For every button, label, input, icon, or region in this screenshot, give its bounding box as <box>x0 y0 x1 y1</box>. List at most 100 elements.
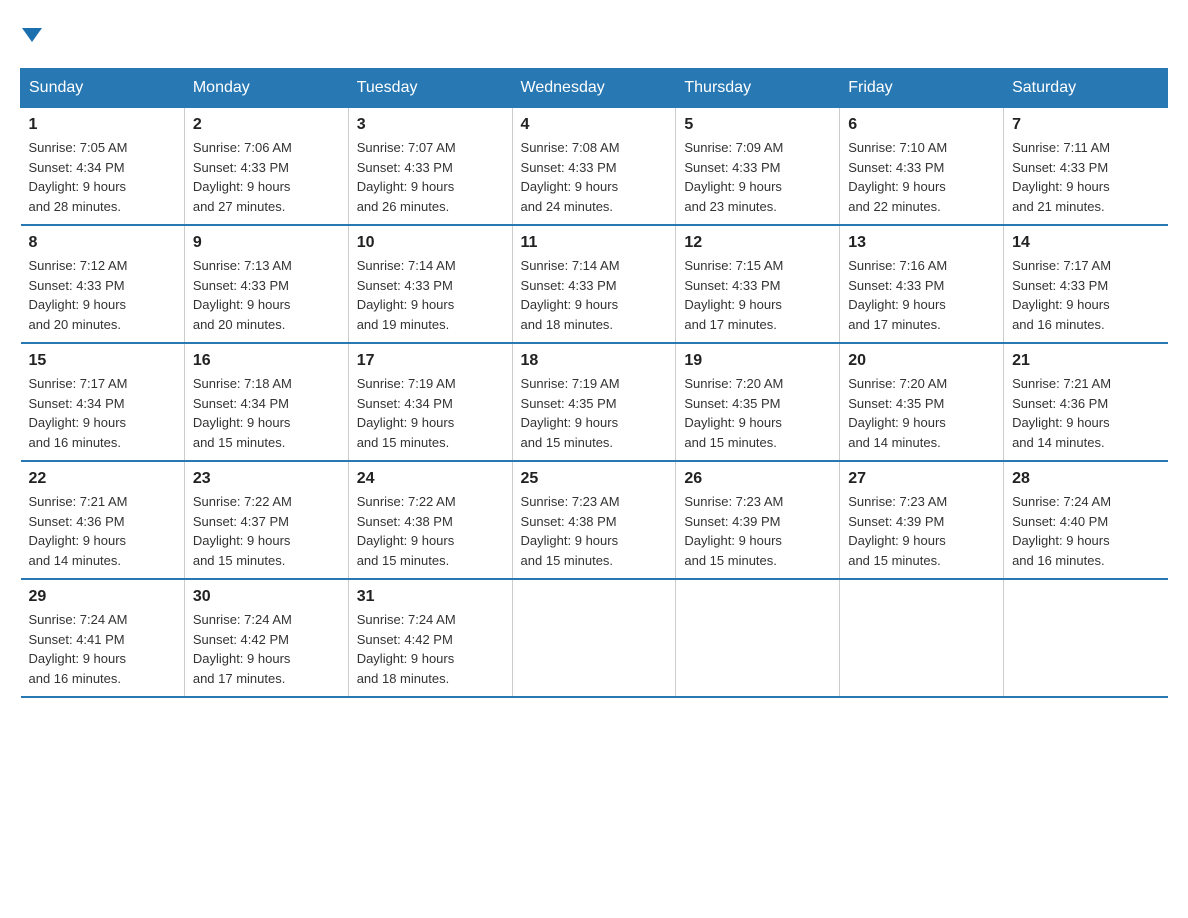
day-number: 1 <box>29 116 176 134</box>
day-info: Sunrise: 7:11 AM Sunset: 4:33 PM Dayligh… <box>1012 138 1159 216</box>
calendar-cell: 2 Sunrise: 7:06 AM Sunset: 4:33 PM Dayli… <box>184 108 348 226</box>
calendar-cell: 21 Sunrise: 7:21 AM Sunset: 4:36 PM Dayl… <box>1004 343 1168 461</box>
day-number: 21 <box>1012 352 1159 370</box>
calendar-cell <box>512 579 676 697</box>
day-number: 22 <box>29 470 176 488</box>
day-number: 12 <box>684 234 831 252</box>
day-info: Sunrise: 7:06 AM Sunset: 4:33 PM Dayligh… <box>193 138 340 216</box>
day-number: 30 <box>193 588 340 606</box>
calendar-cell: 3 Sunrise: 7:07 AM Sunset: 4:33 PM Dayli… <box>348 108 512 226</box>
calendar-cell: 16 Sunrise: 7:18 AM Sunset: 4:34 PM Dayl… <box>184 343 348 461</box>
calendar-cell: 23 Sunrise: 7:22 AM Sunset: 4:37 PM Dayl… <box>184 461 348 579</box>
day-number: 17 <box>357 352 504 370</box>
day-number: 24 <box>357 470 504 488</box>
day-number: 18 <box>521 352 668 370</box>
header-saturday: Saturday <box>1004 69 1168 108</box>
calendar-cell: 18 Sunrise: 7:19 AM Sunset: 4:35 PM Dayl… <box>512 343 676 461</box>
week-row-2: 8 Sunrise: 7:12 AM Sunset: 4:33 PM Dayli… <box>21 225 1168 343</box>
day-info: Sunrise: 7:12 AM Sunset: 4:33 PM Dayligh… <box>29 256 176 334</box>
calendar-cell: 29 Sunrise: 7:24 AM Sunset: 4:41 PM Dayl… <box>21 579 185 697</box>
week-row-3: 15 Sunrise: 7:17 AM Sunset: 4:34 PM Dayl… <box>21 343 1168 461</box>
header-sunday: Sunday <box>21 69 185 108</box>
day-number: 4 <box>521 116 668 134</box>
day-info: Sunrise: 7:20 AM Sunset: 4:35 PM Dayligh… <box>684 374 831 452</box>
logo-triangle-icon <box>22 28 42 42</box>
calendar-cell: 4 Sunrise: 7:08 AM Sunset: 4:33 PM Dayli… <box>512 108 676 226</box>
calendar-cell: 22 Sunrise: 7:21 AM Sunset: 4:36 PM Dayl… <box>21 461 185 579</box>
calendar-cell <box>676 579 840 697</box>
day-info: Sunrise: 7:23 AM Sunset: 4:38 PM Dayligh… <box>521 492 668 570</box>
day-number: 8 <box>29 234 176 252</box>
day-info: Sunrise: 7:23 AM Sunset: 4:39 PM Dayligh… <box>684 492 831 570</box>
day-info: Sunrise: 7:19 AM Sunset: 4:34 PM Dayligh… <box>357 374 504 452</box>
calendar-cell: 7 Sunrise: 7:11 AM Sunset: 4:33 PM Dayli… <box>1004 108 1168 226</box>
calendar-cell <box>840 579 1004 697</box>
calendar-cell: 11 Sunrise: 7:14 AM Sunset: 4:33 PM Dayl… <box>512 225 676 343</box>
day-number: 13 <box>848 234 995 252</box>
day-info: Sunrise: 7:21 AM Sunset: 4:36 PM Dayligh… <box>29 492 176 570</box>
header-wednesday: Wednesday <box>512 69 676 108</box>
day-info: Sunrise: 7:24 AM Sunset: 4:41 PM Dayligh… <box>29 610 176 688</box>
header-friday: Friday <box>840 69 1004 108</box>
calendar-cell: 10 Sunrise: 7:14 AM Sunset: 4:33 PM Dayl… <box>348 225 512 343</box>
day-number: 25 <box>521 470 668 488</box>
day-number: 5 <box>684 116 831 134</box>
day-info: Sunrise: 7:17 AM Sunset: 4:34 PM Dayligh… <box>29 374 176 452</box>
calendar-cell: 5 Sunrise: 7:09 AM Sunset: 4:33 PM Dayli… <box>676 108 840 226</box>
calendar-header-row: SundayMondayTuesdayWednesdayThursdayFrid… <box>21 69 1168 108</box>
day-info: Sunrise: 7:24 AM Sunset: 4:42 PM Dayligh… <box>357 610 504 688</box>
day-info: Sunrise: 7:07 AM Sunset: 4:33 PM Dayligh… <box>357 138 504 216</box>
day-info: Sunrise: 7:18 AM Sunset: 4:34 PM Dayligh… <box>193 374 340 452</box>
day-number: 19 <box>684 352 831 370</box>
day-number: 28 <box>1012 470 1159 488</box>
day-info: Sunrise: 7:15 AM Sunset: 4:33 PM Dayligh… <box>684 256 831 334</box>
logo-text <box>20 20 42 48</box>
calendar-cell: 27 Sunrise: 7:23 AM Sunset: 4:39 PM Dayl… <box>840 461 1004 579</box>
day-info: Sunrise: 7:13 AM Sunset: 4:33 PM Dayligh… <box>193 256 340 334</box>
calendar-cell: 9 Sunrise: 7:13 AM Sunset: 4:33 PM Dayli… <box>184 225 348 343</box>
day-info: Sunrise: 7:17 AM Sunset: 4:33 PM Dayligh… <box>1012 256 1159 334</box>
day-number: 6 <box>848 116 995 134</box>
day-info: Sunrise: 7:09 AM Sunset: 4:33 PM Dayligh… <box>684 138 831 216</box>
day-number: 26 <box>684 470 831 488</box>
day-info: Sunrise: 7:24 AM Sunset: 4:40 PM Dayligh… <box>1012 492 1159 570</box>
calendar-cell: 14 Sunrise: 7:17 AM Sunset: 4:33 PM Dayl… <box>1004 225 1168 343</box>
day-info: Sunrise: 7:16 AM Sunset: 4:33 PM Dayligh… <box>848 256 995 334</box>
day-info: Sunrise: 7:08 AM Sunset: 4:33 PM Dayligh… <box>521 138 668 216</box>
calendar-cell: 30 Sunrise: 7:24 AM Sunset: 4:42 PM Dayl… <box>184 579 348 697</box>
calendar-cell: 19 Sunrise: 7:20 AM Sunset: 4:35 PM Dayl… <box>676 343 840 461</box>
week-row-4: 22 Sunrise: 7:21 AM Sunset: 4:36 PM Dayl… <box>21 461 1168 579</box>
day-info: Sunrise: 7:23 AM Sunset: 4:39 PM Dayligh… <box>848 492 995 570</box>
day-number: 11 <box>521 234 668 252</box>
day-info: Sunrise: 7:22 AM Sunset: 4:38 PM Dayligh… <box>357 492 504 570</box>
day-info: Sunrise: 7:19 AM Sunset: 4:35 PM Dayligh… <box>521 374 668 452</box>
calendar-cell: 20 Sunrise: 7:20 AM Sunset: 4:35 PM Dayl… <box>840 343 1004 461</box>
calendar-cell: 24 Sunrise: 7:22 AM Sunset: 4:38 PM Dayl… <box>348 461 512 579</box>
calendar-cell: 12 Sunrise: 7:15 AM Sunset: 4:33 PM Dayl… <box>676 225 840 343</box>
day-number: 20 <box>848 352 995 370</box>
calendar-cell: 15 Sunrise: 7:17 AM Sunset: 4:34 PM Dayl… <box>21 343 185 461</box>
day-info: Sunrise: 7:24 AM Sunset: 4:42 PM Dayligh… <box>193 610 340 688</box>
calendar-cell: 8 Sunrise: 7:12 AM Sunset: 4:33 PM Dayli… <box>21 225 185 343</box>
calendar-cell: 25 Sunrise: 7:23 AM Sunset: 4:38 PM Dayl… <box>512 461 676 579</box>
calendar-cell: 26 Sunrise: 7:23 AM Sunset: 4:39 PM Dayl… <box>676 461 840 579</box>
day-info: Sunrise: 7:21 AM Sunset: 4:36 PM Dayligh… <box>1012 374 1159 452</box>
day-number: 16 <box>193 352 340 370</box>
day-info: Sunrise: 7:05 AM Sunset: 4:34 PM Dayligh… <box>29 138 176 216</box>
day-number: 15 <box>29 352 176 370</box>
calendar-cell: 6 Sunrise: 7:10 AM Sunset: 4:33 PM Dayli… <box>840 108 1004 226</box>
page-header <box>20 20 1168 48</box>
day-number: 29 <box>29 588 176 606</box>
day-number: 14 <box>1012 234 1159 252</box>
day-info: Sunrise: 7:10 AM Sunset: 4:33 PM Dayligh… <box>848 138 995 216</box>
week-row-1: 1 Sunrise: 7:05 AM Sunset: 4:34 PM Dayli… <box>21 108 1168 226</box>
day-number: 10 <box>357 234 504 252</box>
calendar-cell: 13 Sunrise: 7:16 AM Sunset: 4:33 PM Dayl… <box>840 225 1004 343</box>
calendar-cell: 31 Sunrise: 7:24 AM Sunset: 4:42 PM Dayl… <box>348 579 512 697</box>
calendar-cell: 17 Sunrise: 7:19 AM Sunset: 4:34 PM Dayl… <box>348 343 512 461</box>
calendar-table: SundayMondayTuesdayWednesdayThursdayFrid… <box>20 68 1168 698</box>
calendar-cell: 1 Sunrise: 7:05 AM Sunset: 4:34 PM Dayli… <box>21 108 185 226</box>
day-number: 2 <box>193 116 340 134</box>
day-number: 7 <box>1012 116 1159 134</box>
calendar-cell: 28 Sunrise: 7:24 AM Sunset: 4:40 PM Dayl… <box>1004 461 1168 579</box>
